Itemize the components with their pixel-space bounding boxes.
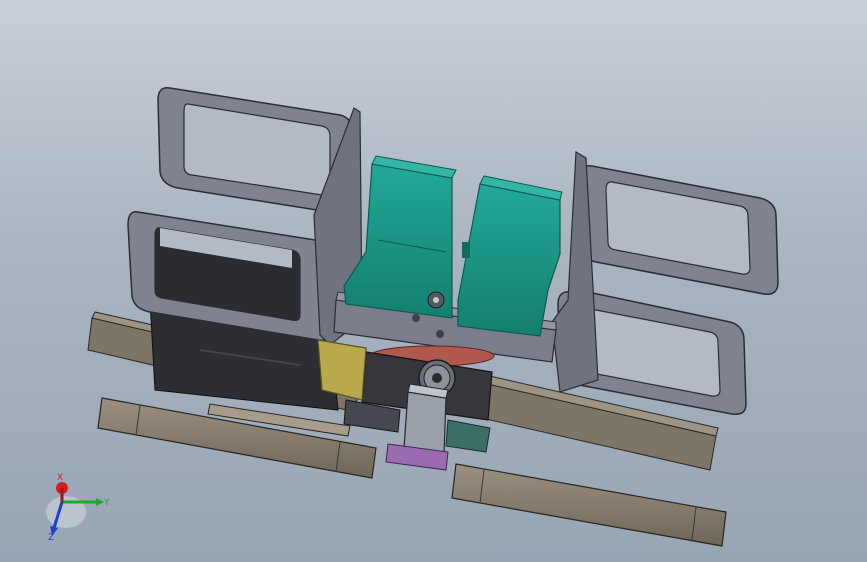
small-stepper-motor	[403, 383, 449, 455]
z-axis-label: Z	[48, 533, 54, 543]
right-teal-motor	[457, 175, 563, 337]
yellow-bracket	[317, 339, 367, 401]
y-axis-arrow	[96, 498, 104, 506]
front-right-rail	[451, 463, 727, 547]
axis-triad: X Y Z	[46, 473, 110, 543]
cad-model-view[interactable]: X Y Z	[0, 0, 867, 562]
x-axis-label: X	[57, 473, 63, 483]
right-upper-frame	[579, 164, 779, 295]
y-axis-label: Y	[103, 498, 110, 508]
cad-graphics-viewport[interactable]: X Y Z	[0, 0, 867, 562]
